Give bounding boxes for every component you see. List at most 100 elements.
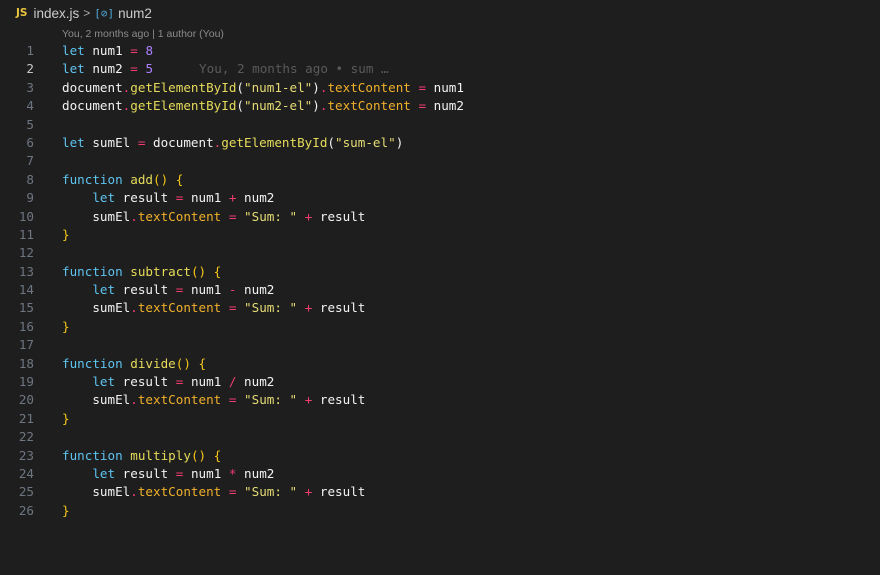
code-token: let (92, 282, 116, 298)
line-code[interactable]: function multiply() { (34, 447, 221, 465)
code-line[interactable]: 1 let num1 = 8 (0, 42, 880, 60)
line-code[interactable]: sumEl.textContent = "Sum: " + result (34, 208, 365, 226)
code-lines[interactable]: 1 let num1 = 8 2 let num2 = 5 You, 2 months … (0, 42, 880, 520)
code-token: . (130, 300, 138, 316)
line-code[interactable]: let result = num1 * num2 (34, 465, 274, 483)
code-token: document (62, 79, 123, 95)
code-line[interactable]: 20 sumEl.textContent = "Sum: " + result (0, 391, 880, 409)
code-token: let (62, 134, 85, 150)
code-line[interactable]: 22 (0, 428, 880, 446)
code-token: let (92, 465, 116, 481)
code-line[interactable]: 14 let result = num1 - num2 (0, 281, 880, 299)
code-line[interactable]: 10 sumEl.textContent = "Sum: " + result (0, 208, 880, 226)
line-code[interactable]: sumEl.textContent = "Sum: " + result (34, 483, 365, 501)
code-line[interactable]: 9 let result = num1 + num2 (0, 189, 880, 207)
line-code[interactable]: document.getElementById("num1-el").textC… (34, 79, 464, 97)
line-code[interactable]: } (34, 502, 70, 520)
code-line[interactable]: 23 function multiply() { (0, 447, 880, 465)
codelens-author[interactable]: You, 2 months ago | 1 author (You) (0, 26, 880, 42)
breadcrumb-file[interactable]: index.js (33, 6, 79, 21)
inline-blame[interactable]: You, 2 months ago • sum … (153, 61, 389, 76)
line-code[interactable] (34, 428, 62, 446)
line-code[interactable] (34, 336, 62, 354)
code-token: "num1-el" (244, 79, 313, 95)
code-token: "Sum: " (244, 300, 298, 316)
line-code[interactable]: function add() { (34, 171, 183, 189)
code-line[interactable]: 17 (0, 336, 880, 354)
code-token: function (62, 171, 123, 187)
code-token: add (130, 171, 154, 187)
code-editor[interactable]: You, 2 months ago | 1 author (You) 1 let … (0, 26, 880, 520)
code-line[interactable]: 6 let sumEl = document.getElementById("su… (0, 134, 880, 152)
code-line[interactable]: 3 document.getElementById("num1-el").text… (0, 79, 880, 97)
line-number: 1 (26, 43, 34, 58)
line-code[interactable] (34, 244, 62, 262)
line-code[interactable]: let result = num1 / num2 (34, 373, 274, 391)
code-token: ( (327, 134, 336, 150)
code-token: num1 (183, 190, 229, 206)
line-code[interactable]: function divide() { (34, 355, 206, 373)
line-number: 21 (18, 410, 34, 426)
line-code[interactable]: function subtract() { (34, 263, 221, 281)
code-line[interactable]: 25 sumEl.textContent = "Sum: " + result (0, 483, 880, 501)
line-code[interactable]: let result = num1 - num2 (34, 281, 274, 299)
breadcrumb-symbol[interactable]: num2 (118, 6, 152, 21)
code-token: let (92, 190, 116, 206)
code-line[interactable]: 24 let result = num1 * num2 (0, 465, 880, 483)
line-code[interactable]: document.getElementById("num2-el").textC… (34, 97, 464, 115)
line-code[interactable]: let result = num1 + num2 (34, 189, 274, 207)
code-line[interactable]: 11} (0, 226, 880, 244)
code-token: num2 (426, 98, 464, 114)
code-token: num1 (183, 282, 229, 298)
code-token: num2 (236, 282, 275, 298)
code-line[interactable]: 15 sumEl.textContent = "Sum: " + result (0, 299, 880, 317)
code-line[interactable]: 13 function subtract() { (0, 263, 880, 281)
line-code[interactable]: let num1 = 8 (34, 42, 153, 60)
code-token: getElementById (221, 134, 328, 150)
code-token: num1 (84, 43, 131, 58)
code-line[interactable]: 8 function add() { (0, 171, 880, 189)
code-token: } (62, 318, 70, 334)
code-token: "num2-el" (244, 98, 313, 114)
line-code[interactable]: } (34, 410, 70, 428)
code-line[interactable]: 16} (0, 318, 880, 336)
code-token: let (62, 61, 85, 77)
code-line[interactable]: 21} (0, 410, 880, 428)
line-code[interactable]: sumEl.textContent = "Sum: " + result (34, 391, 365, 409)
code-token: num1 (183, 465, 229, 481)
code-line[interactable]: 26} (0, 502, 880, 520)
code-token: multiply (130, 447, 191, 463)
code-line[interactable]: 18 function divide() { (0, 355, 880, 373)
line-code[interactable]: let sumEl = document.getElementById("sum… (34, 134, 403, 152)
line-number: 23 (18, 447, 34, 463)
code-token: = (130, 43, 138, 58)
code-line[interactable]: 19 let result = num1 / num2 (0, 373, 880, 391)
code-line[interactable]: 12 (0, 244, 880, 262)
code-line[interactable]: 2 let num2 = 5 You, 2 months ago • sum … (0, 60, 880, 78)
code-token: } (62, 410, 70, 426)
code-token: num2 (236, 374, 275, 390)
code-token: num1 (183, 374, 229, 390)
line-code[interactable] (34, 152, 62, 170)
code-token: () { (190, 263, 222, 279)
code-line[interactable]: 7 (0, 152, 880, 170)
line-code[interactable] (34, 116, 62, 134)
line-code[interactable]: } (34, 318, 70, 336)
code-line[interactable]: 5 (0, 116, 880, 134)
line-code[interactable]: } (34, 226, 70, 244)
line-code[interactable]: sumEl.textContent = "Sum: " + result (34, 299, 365, 317)
code-line[interactable]: 4 document.getElementById("num2-el").text… (0, 97, 880, 115)
code-token: divide (130, 355, 176, 371)
line-number: 12 (18, 245, 34, 261)
line-code[interactable]: let num2 = 5 You, 2 months ago • sum … (34, 60, 389, 78)
